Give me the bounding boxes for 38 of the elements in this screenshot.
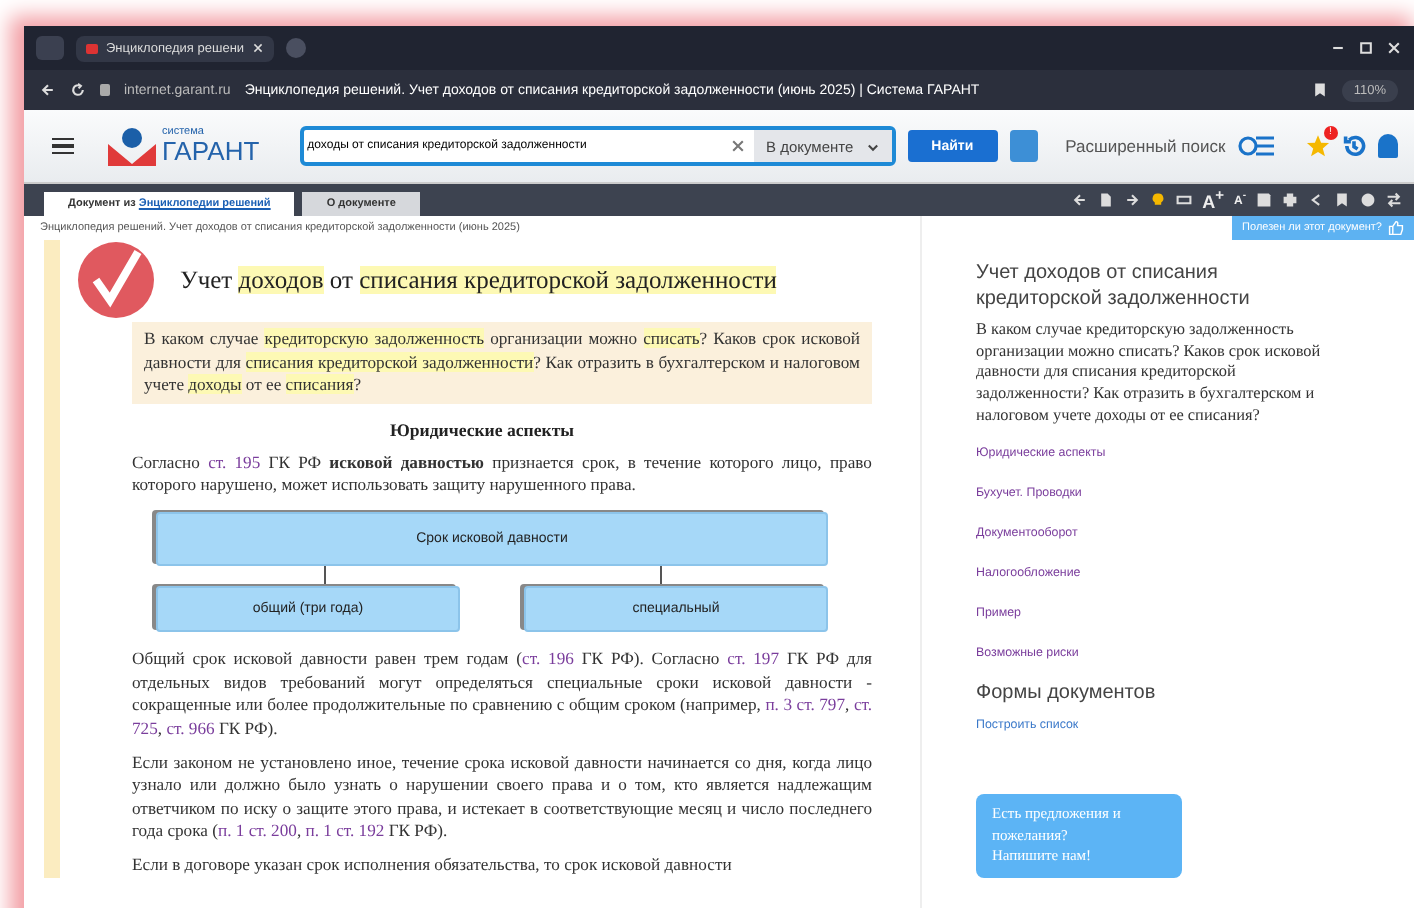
sidebar-title: Учет доходов от списания кредиторской задолженности bbox=[976, 262, 1252, 312]
save-icon[interactable] bbox=[1256, 192, 1272, 208]
sidebar-question: В каком случае кредиторскую задолженность организации можно списать? Каков срок исковой давности для списания кредиторской задолженности? Как отразить в бухгалтерском и налоговом учете доходы от ее списания? bbox=[976, 320, 1323, 427]
back-icon[interactable] bbox=[40, 82, 56, 98]
lightbulb-icon[interactable] bbox=[1150, 192, 1167, 208]
font-larger-button[interactable]: A$^{+}$ bbox=[1202, 188, 1224, 212]
maximize-icon[interactable] bbox=[1358, 40, 1374, 56]
advanced-search-link[interactable]: Расширенный поиск bbox=[1065, 136, 1226, 156]
document-title: Учет доходов от списания кредиторской задолженности bbox=[180, 265, 777, 295]
clear-icon[interactable] bbox=[730, 138, 746, 154]
close-icon[interactable] bbox=[1386, 40, 1402, 56]
paragraph: Общий срок исковой давности равен трем годам (ст. 196 ГК РФ). Согласно ст. 197 ГК РФ для отдельных видов требований могут определяться специальные сроки исковой давности - сокращенные или более продолжительные по сравнению с общим сроком (например, п. 3 ст. 797, ст. 725, ст. 966 ГК РФ). bbox=[132, 648, 872, 740]
bookmark-icon[interactable] bbox=[1311, 82, 1328, 98]
filter-search-icon[interactable] bbox=[1237, 134, 1274, 158]
paragraph: Если законом не установлено иное, течение срока исковой давности начинается со дня, когда лицо узнало или должно было узнать о нарушении своего права и о том, кто является надлежащим ответчиком по иску о защите этого права, и истекает в соответствующие месяц и число последнего года срока (п. 1 ст. 200, п. 1 ст. 192 ГК РФ). bbox=[132, 751, 872, 843]
paragraph: Если в договоре указан срок исполнения обязательства, то срок исковой давности bbox=[132, 854, 734, 878]
text-icon[interactable] bbox=[1176, 192, 1193, 208]
thumbs-up-icon[interactable] bbox=[1388, 220, 1404, 236]
paragraph: Согласно ст. 195 ГК РФ исковой давностью признается срок, в течение которого лицо, право которого нарушено, может использовать защиту нарушенного права. bbox=[132, 451, 872, 497]
menu-icon[interactable] bbox=[52, 137, 74, 155]
checkmark-icon bbox=[76, 240, 156, 320]
section-heading: Юридические аспекты bbox=[387, 419, 577, 440]
arrow-right-icon[interactable] bbox=[1124, 192, 1141, 208]
arrow-left-icon[interactable] bbox=[1072, 192, 1089, 208]
share-icon[interactable] bbox=[1308, 192, 1324, 208]
close-icon[interactable] bbox=[252, 42, 265, 54]
garant-logo-icon[interactable] bbox=[106, 124, 158, 168]
caret-icon bbox=[865, 139, 880, 153]
logo-title: ГАРАНТ bbox=[162, 138, 260, 165]
swap-icon[interactable] bbox=[1386, 192, 1402, 208]
question-box: В каком случае кредиторскую задолженность организации можно списать? Каков срок исковой давности для списания кредиторской задолженности? Как отразить в бухгалтерском и налоговом учете доходы от ее списания? bbox=[132, 322, 872, 404]
garant-favicon-icon bbox=[86, 43, 98, 53]
forms-heading: Формы документов bbox=[976, 682, 1156, 705]
history-icon[interactable] bbox=[1341, 134, 1366, 158]
document-icon[interactable] bbox=[1098, 192, 1115, 208]
star-icon[interactable] bbox=[1305, 134, 1330, 158]
reload-icon[interactable] bbox=[70, 82, 86, 98]
bookmark-icon[interactable] bbox=[1334, 192, 1350, 208]
